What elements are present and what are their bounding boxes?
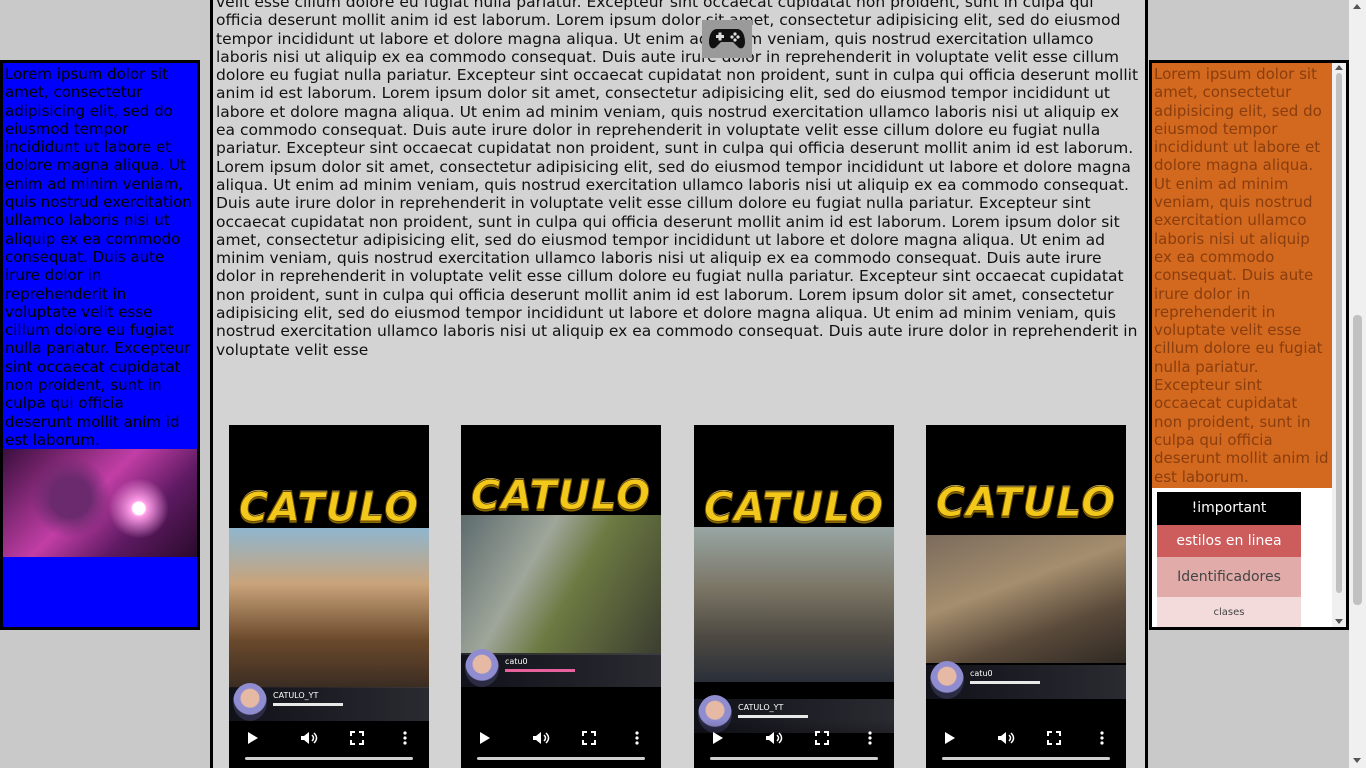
video-title: CATULO — [238, 485, 420, 532]
play-icon[interactable] — [940, 728, 960, 748]
menu-item-identificadores[interactable]: Identificadores — [1157, 556, 1301, 597]
volume-icon[interactable] — [996, 728, 1016, 748]
volume-icon[interactable] — [764, 728, 784, 748]
video-frame — [926, 535, 1126, 663]
avatar — [930, 661, 964, 699]
video-controls — [229, 720, 429, 768]
right-aside-text: Lorem ipsum dolor sit amet, consectetur … — [1152, 63, 1332, 488]
scroll-up-icon[interactable] — [1335, 65, 1343, 70]
volume-icon[interactable] — [531, 728, 551, 748]
video-progress[interactable] — [245, 757, 413, 760]
gamepad-icon — [702, 20, 752, 58]
video-player[interactable]: CATULO catu0 — [926, 425, 1126, 768]
play-icon[interactable] — [243, 728, 263, 748]
health-bar — [273, 703, 343, 706]
video-frame — [229, 528, 429, 688]
play-icon[interactable] — [475, 728, 495, 748]
right-aside: Lorem ipsum dolor sit amet, consectetur … — [1149, 60, 1349, 630]
video-frame — [461, 515, 661, 655]
video-progress[interactable] — [942, 757, 1110, 760]
video-title: CATULO — [703, 485, 885, 532]
character-image — [3, 449, 197, 558]
video-player[interactable]: CATULO CATULO_YT — [229, 425, 429, 768]
video-hud: catu0 — [461, 649, 661, 687]
video-player[interactable]: CATULO catu0 — [461, 425, 661, 768]
page-scrollbar[interactable] — [1349, 0, 1366, 768]
video-title: CATULO — [935, 480, 1117, 527]
right-aside-content: Lorem ipsum dolor sit amet, consectetur … — [1152, 63, 1332, 627]
scroll-up-icon[interactable] — [1353, 4, 1361, 9]
video-progress[interactable] — [477, 757, 645, 760]
more-icon[interactable] — [860, 728, 880, 748]
menu-item-important[interactable]: !important — [1157, 491, 1301, 525]
video-frame — [694, 527, 894, 682]
hud-name: CATULO_YT — [738, 703, 784, 712]
play-icon[interactable] — [708, 728, 728, 748]
video-hud: CATULO_YT — [229, 683, 429, 721]
video-hud: catu0 — [926, 661, 1126, 699]
aside-scrollbar-thumb[interactable] — [1336, 73, 1342, 593]
health-bar — [505, 669, 575, 672]
health-bar — [738, 715, 808, 718]
hud-name: catu0 — [505, 657, 528, 666]
fullscreen-icon[interactable] — [347, 728, 367, 748]
video-controls — [461, 720, 661, 768]
scroll-down-icon[interactable] — [1353, 758, 1361, 763]
hud-name: CATULO_YT — [273, 691, 319, 700]
video-controls — [926, 720, 1126, 768]
avatar — [233, 683, 267, 721]
volume-icon[interactable] — [299, 728, 319, 748]
main-content: velit esse cillum dolore eu fugiat nulla… — [210, 0, 1148, 768]
video-progress[interactable] — [710, 757, 878, 760]
fullscreen-icon[interactable] — [579, 728, 599, 748]
more-icon[interactable] — [395, 728, 415, 748]
left-aside-text: Lorem ipsum dolor sit amet, consectetur … — [5, 65, 192, 449]
aside-scrollbar[interactable] — [1332, 63, 1346, 627]
menu-item-clases[interactable]: clases — [1157, 596, 1301, 627]
more-icon[interactable] — [627, 728, 647, 748]
fullscreen-icon[interactable] — [1044, 728, 1064, 748]
menu-item-estilos-en-linea[interactable]: estilos en linea — [1157, 524, 1301, 557]
fullscreen-icon[interactable] — [812, 728, 832, 748]
page-scrollbar-thumb[interactable] — [1353, 315, 1362, 605]
video-title: CATULO — [470, 473, 652, 520]
article-text: velit esse cillum dolore eu fugiat nulla… — [216, 0, 1139, 359]
video-row: CATULO CATULO_YT CATULO catu0 CATULO CAT… — [213, 425, 1145, 768]
avatar — [465, 649, 499, 687]
video-player[interactable]: CATULO CATULO_YT — [694, 425, 894, 768]
hud-name: catu0 — [970, 669, 993, 678]
video-controls — [694, 720, 894, 768]
left-aside: Lorem ipsum dolor sit amet, consectetur … — [0, 60, 200, 630]
scroll-down-icon[interactable] — [1335, 619, 1343, 624]
more-icon[interactable] — [1092, 728, 1112, 748]
css-specificity-menu: !important estilos en linea Identificado… — [1157, 491, 1301, 627]
health-bar — [970, 681, 1040, 684]
